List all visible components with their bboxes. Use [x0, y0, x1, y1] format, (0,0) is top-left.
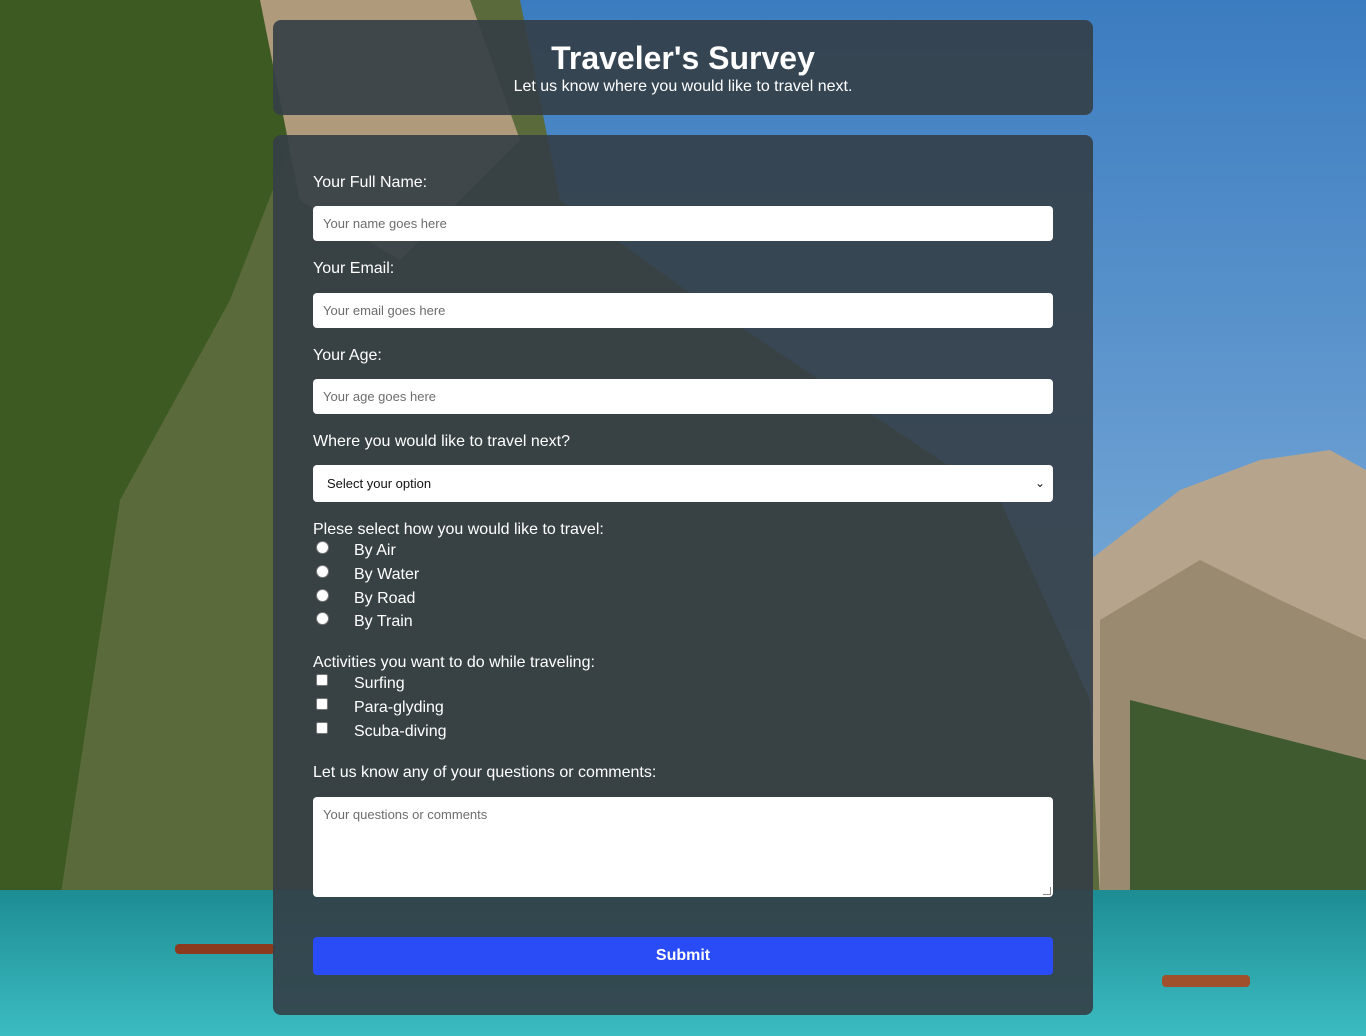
travel-mode-label: Plese select how you would like to trave…: [313, 521, 604, 538]
destination-select[interactable]: Select your option ⌄: [313, 465, 1053, 502]
page-title: Traveler's Survey: [551, 40, 815, 76]
chevron-down-icon: ⌄: [1034, 476, 1045, 490]
resize-handle-icon[interactable]: [1043, 887, 1051, 895]
activities-label: Activities you want to do while travelin…: [313, 654, 595, 671]
age-input[interactable]: Your age goes here: [313, 379, 1053, 414]
radio-option-label: By Water: [354, 566, 420, 583]
survey-form: Your Full Name: Your name goes here Your…: [273, 135, 1093, 1015]
checkbox-option-label: Para-glyding: [354, 699, 444, 716]
radio-option-label: By Road: [354, 590, 416, 607]
checkbox-option-scuba[interactable]: Scuba-diving: [316, 722, 447, 740]
checkbox[interactable]: [316, 698, 328, 710]
radio-option-label: By Train: [354, 613, 413, 630]
comments-textarea[interactable]: Your questions or comments: [313, 797, 1053, 897]
email-label: Your Email:: [313, 260, 395, 277]
radio-option-road[interactable]: By Road: [316, 589, 415, 607]
age-label: Your Age:: [313, 347, 382, 364]
checkbox[interactable]: [316, 674, 328, 686]
radio-option-air[interactable]: By Air: [316, 541, 396, 559]
radio-button[interactable]: [316, 612, 329, 625]
radio-option-train[interactable]: By Train: [316, 612, 413, 630]
destination-label: Where you would like to travel next?: [313, 433, 571, 450]
radio-button[interactable]: [316, 565, 329, 578]
checkbox-option-paragliding[interactable]: Para-glyding: [316, 698, 444, 716]
name-input[interactable]: Your name goes here: [313, 206, 1053, 241]
comments-label: Let us know any of your questions or com…: [313, 764, 657, 781]
survey-header: Traveler's Survey Let us know where you …: [273, 20, 1093, 115]
radio-button[interactable]: [316, 589, 329, 602]
page-description: Let us know where you would like to trav…: [513, 78, 853, 95]
radio-option-water[interactable]: By Water: [316, 565, 419, 583]
submit-button[interactable]: Submit: [313, 937, 1053, 975]
email-input[interactable]: Your email goes here: [313, 293, 1053, 328]
checkbox-option-label: Scuba-diving: [354, 723, 447, 740]
destination-selected-value: Select your option: [327, 476, 432, 491]
radio-option-label: By Air: [354, 542, 396, 559]
checkbox-option-label: Surfing: [354, 675, 405, 692]
comments-placeholder: Your questions or comments: [323, 807, 488, 822]
checkbox-option-surfing[interactable]: Surfing: [316, 674, 405, 692]
radio-button[interactable]: [316, 541, 329, 554]
checkbox[interactable]: [316, 722, 328, 734]
name-label: Your Full Name:: [313, 174, 428, 191]
